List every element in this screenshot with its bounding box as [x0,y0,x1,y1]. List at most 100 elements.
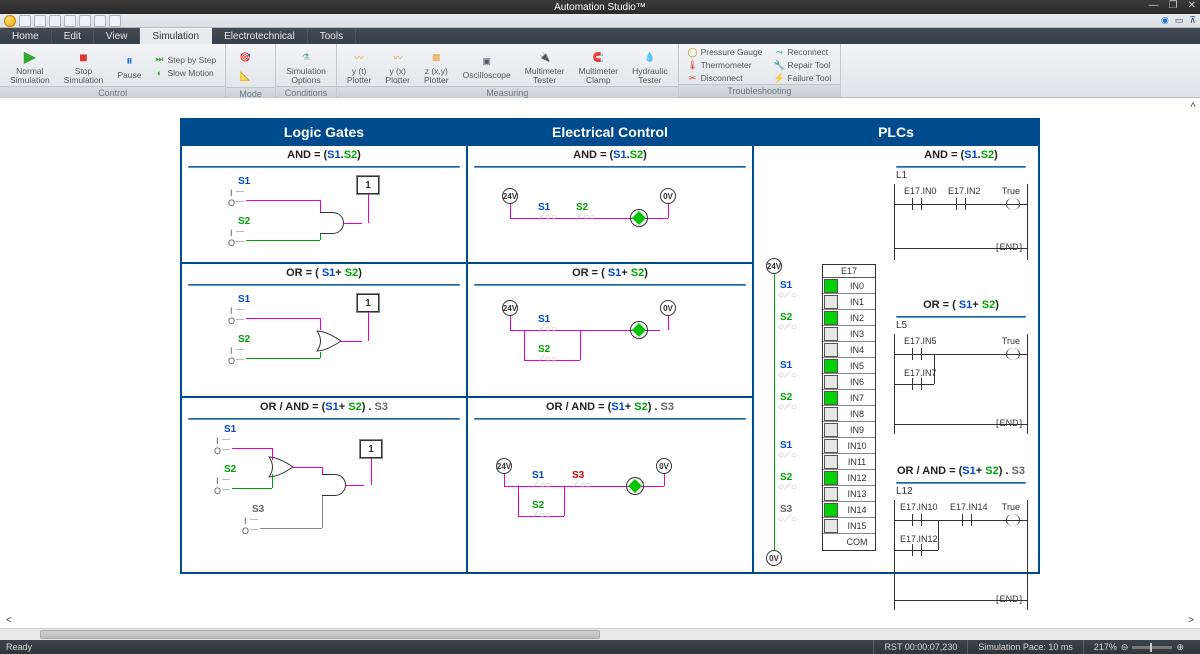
status-zoom[interactable]: 217% ⊖ ⊕ [1083,640,1194,654]
scroll-right-icon[interactable]: ˃ [1188,615,1194,626]
qat-btn-3[interactable] [49,15,61,27]
reconnect-button[interactable]: ⤳Reconnect [771,46,834,58]
tab-simulation[interactable]: Simulation [140,28,212,44]
tab-home[interactable]: Home [0,28,52,44]
plc-input-row: IN3 [823,326,875,342]
or-gate-diagram: S1 I O S2 I O 1 [182,288,466,380]
clamp-button[interactable]: 🧲Multimeter Clamp [574,46,622,86]
plc-led-icon [824,375,838,389]
switch-icon: ○⟋○ [778,402,797,413]
plc-input-row: IN1 [823,294,875,310]
qat-btn-1[interactable] [19,15,31,27]
plc-input-row: IN0 [823,278,875,294]
zoom-slider[interactable] [1132,646,1172,649]
normal-simulation-button[interactable]: ▶ Normal Simulation [6,46,54,86]
plc-led-icon [824,407,838,421]
switch-icon: ○⟋○ [778,450,797,461]
header-plcs: PLCs [753,119,1039,145]
title-bar: Automation Studio™ — ❐ ✕ [0,0,1200,14]
ribbon-pin-icon[interactable]: ⊼ [1189,15,1196,26]
canvas-workspace[interactable]: ˄ ˂ ˃ Logic Gates Electrical Control PLC… [0,98,1200,628]
and-title-ec: AND = (S1.S2) [468,146,752,166]
scroll-left-icon[interactable]: ˂ [6,615,12,626]
slow-motion-button[interactable]: ◐Slow Motion [151,67,219,79]
yx-plotter-button[interactable]: 〰y (x) Plotter [381,46,414,86]
simulation-options-button[interactable]: ⚗ Simulation Options [282,46,330,86]
thermometer-icon: 🌡 [688,60,698,70]
disconnect-button[interactable]: ✂Disconnect [685,72,766,84]
plc-input-row: IN15 [823,518,875,534]
tab-tools[interactable]: Tools [308,28,356,44]
switch-icon: ○⟋○ [778,370,797,381]
wrench-icon: 🔧 [774,60,784,70]
yt-plotter-button[interactable]: 〰y (t) Plotter [343,46,376,86]
pause-icon: ⏸ [120,52,138,70]
help-icon[interactable]: ◉ [1161,15,1169,26]
zoom-in-icon[interactable]: ⊕ [1176,642,1184,653]
stop-simulation-button[interactable]: ■ Stop Simulation [60,46,108,86]
or-electrical-diagram: 24V S1 ⟋○○ S2 ⟋○○ 0V [468,288,752,396]
tab-edit[interactable]: Edit [52,28,94,44]
hydraulic-icon: 💧 [641,48,659,66]
ribbon-group-troubleshooting: ◯Pressure Gauge 🌡Thermometer ✂Disconnect… [679,44,842,97]
orand-title: OR / AND = (S1+ S2) . S3 [182,398,466,418]
ribbon-panel: ▶ Normal Simulation ■ Stop Simulation ⏸ … [0,44,1200,98]
failure-tool-button[interactable]: ⚡Failure Tool [771,72,834,84]
plc-device: E17 IN0IN1IN2IN3IN4IN5IN6IN7IN8IN9IN10IN… [822,264,876,551]
qat-btn-5[interactable] [79,15,91,27]
switch-icon: ○⟋○ [778,290,797,301]
plc-24v: 24V [766,258,782,274]
plc-led-icon [824,327,838,341]
ribbon-group-measuring: 〰y (t) Plotter 〰y (x) Plotter ▦z (x,y) P… [337,44,679,97]
repair-tool-button[interactable]: 🔧Repair Tool [771,59,834,71]
close-button[interactable]: ✕ [1188,0,1196,11]
tab-view[interactable]: View [94,28,141,44]
switch-icon: ○⟋○ [778,322,797,333]
multimeter-button[interactable]: 🔌Multimeter Tester [521,46,569,86]
quick-access-toolbar: ◉ ▭ ⊼ [0,14,1200,28]
step-by-step-button[interactable]: ⏭Step by Step [151,54,219,66]
output-1: 1 [357,176,379,194]
switch-icon: ○⟋○ [778,482,797,493]
pressure-gauge-button[interactable]: ◯Pressure Gauge [685,46,766,58]
plc-input-row: IN12 [823,470,875,486]
oscilloscope-button[interactable]: ▣Oscilloscope [459,50,515,82]
app-orb-icon[interactable] [4,15,16,27]
tab-electrotechnical[interactable]: Electrotechnical [212,28,308,44]
maximize-button[interactable]: ❐ [1169,0,1178,11]
zxy-plotter-button[interactable]: ▦z (x,y) Plotter [420,46,453,86]
plc-input-row: IN11 [823,454,875,470]
plc-led-icon [824,295,838,309]
plc-orand-title: OR / AND = (S1+ S2) . S3 [890,462,1032,482]
qat-btn-2[interactable] [34,15,46,27]
orand-electrical-diagram: 24V S1 ⟋○○ S3 ⟋○○ S2 ⟋○○ 0V [468,422,752,572]
slow-icon: ◐ [154,68,164,78]
qat-btn-7[interactable] [109,15,121,27]
gauge-icon: ◯ [688,47,698,57]
or-title: OR = ( S1+ S2) [182,264,466,284]
plc-input-row: IN6 [823,374,875,390]
scrollbar-thumb[interactable] [40,630,600,639]
minimize-button[interactable]: — [1149,0,1159,11]
thermometer-button[interactable]: 🌡Thermometer [685,59,766,71]
0v-terminal: 0V [660,188,676,204]
zoom-out-icon[interactable]: ⊖ [1121,642,1129,653]
pause-button[interactable]: ⏸ Pause [113,50,145,82]
ribbon-collapse-icon[interactable]: ▭ [1175,15,1184,26]
ribbon-group-conditions: ⚗ Simulation Options Conditions [276,44,337,97]
ribbon-group-mode: 🎯 📐 Mode [226,44,276,97]
horizontal-scrollbar[interactable] [0,628,1200,640]
qat-btn-6[interactable] [94,15,106,27]
or-gate-symbol [316,330,342,352]
qat-btn-4[interactable] [64,15,76,27]
plc-led-icon [824,391,838,405]
scroll-up-icon[interactable]: ˄ [1190,100,1196,111]
and-electrical-diagram: 24V S1 ⟋○○ S2 ⟋○○ 0V [468,170,752,262]
mode-icon-set2: 📐 [236,67,254,85]
plc-input-row: IN13 [823,486,875,502]
disconnect-icon: ✂ [688,73,698,83]
hydraulic-tester-button[interactable]: 💧Hydraulic Tester [628,46,671,86]
plc-led-icon [824,487,838,501]
window-controls: — ❐ ✕ [1149,0,1196,11]
mode-icons[interactable]: 🎯 📐 [232,46,258,87]
